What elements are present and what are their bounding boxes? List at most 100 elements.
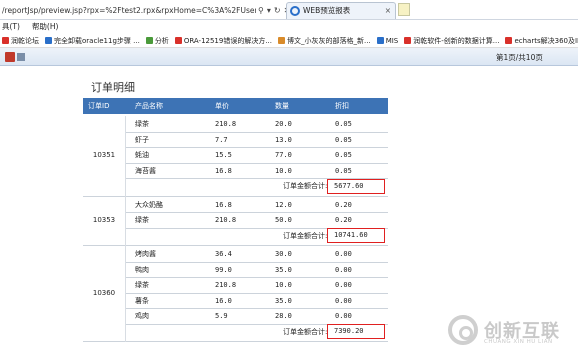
tab-close-icon[interactable]: ×	[385, 3, 391, 19]
unit-price-cell: 16.8	[215, 200, 232, 209]
product-name-cell: 虾子	[135, 135, 149, 144]
favorite-item[interactable]: 博文_小灰灰的部落格_新...	[278, 34, 371, 47]
col-order-id: 订单ID	[88, 102, 110, 110]
menu-help[interactable]: 帮助(H)	[32, 20, 59, 34]
product-name-cell: 薯条	[135, 296, 149, 305]
unit-price-cell: 16.8	[215, 166, 232, 175]
favorite-label: 分析	[154, 36, 169, 45]
table-row: 鸡肉 5.9 28.0 0.00	[83, 308, 388, 324]
dropdown-icon[interactable]: ▾	[267, 6, 271, 15]
product-name-cell: 鸭肉	[135, 265, 149, 274]
discount-cell: 0.00	[335, 265, 352, 274]
table-row: 绿茶 210.8 20.0 0.05	[83, 116, 388, 132]
favorite-item[interactable]: echarts解决360及IE8兼	[505, 34, 578, 47]
product-name-cell: 海苔酱	[135, 166, 156, 175]
discount-cell: 0.20	[335, 216, 352, 224]
favorite-item[interactable]: 完全卸载oracle11g步骤 ...	[45, 34, 140, 47]
favorite-label: 润乾软件-创新的数据计算...	[413, 36, 500, 45]
discount-cell: 0.00	[335, 250, 352, 258]
order-total-label: 订单金额合计:	[283, 231, 328, 240]
quantity-cell: 77.0	[275, 151, 292, 159]
order-total-value: 7390.20	[327, 324, 385, 339]
unit-price-cell: 15.5	[215, 151, 232, 159]
discount-cell: 0.05	[335, 120, 352, 128]
favorite-label: 博文_小灰灰的部落格_新...	[287, 36, 371, 45]
favorite-label: 润乾论坛	[11, 36, 39, 45]
new-tab-button[interactable]	[398, 3, 410, 16]
search-icon[interactable]: ⚲	[258, 6, 264, 15]
table-header: 订单ID 产品名称 单价 数量 折扣	[83, 98, 388, 114]
unit-price-cell: 36.4	[215, 250, 232, 258]
product-name-cell: 蚝油	[135, 151, 149, 159]
table-row: 大众奶酪 16.8 12.0 0.20	[83, 197, 388, 213]
favorite-item[interactable]: 分析	[145, 34, 169, 47]
table-row: 绿茶 210.8 50.0 0.20	[83, 212, 388, 228]
unit-price-cell: 16.0	[215, 296, 232, 305]
product-name-cell: 绿茶	[135, 216, 149, 224]
discount-cell: 0.05	[335, 151, 352, 159]
favorite-icon	[45, 37, 52, 44]
table-row: 鸭肉 99.0 35.0 0.00	[83, 262, 388, 278]
quantity-cell: 50.0	[275, 216, 292, 224]
col-qty: 数量	[275, 102, 289, 110]
quantity-cell: 35.0	[275, 296, 292, 305]
report-title: 订单明细	[91, 81, 135, 94]
product-name-cell: 绿茶	[135, 281, 149, 289]
favorite-item[interactable]: ORA-12519错误的解决方...	[174, 34, 273, 47]
col-discount: 折扣	[335, 102, 349, 110]
quantity-cell: 13.0	[275, 135, 292, 144]
order-id-cell: 10351	[92, 150, 116, 159]
product-name-cell: 鸡肉	[135, 312, 149, 320]
favorite-icon	[404, 37, 412, 44]
watermark-en: CHUANG XIN HU LIAN	[484, 339, 553, 345]
favorite-icon	[278, 37, 286, 44]
discount-cell: 0.00	[335, 281, 352, 289]
id-column-separator	[125, 116, 126, 342]
quantity-cell: 20.0	[275, 120, 292, 128]
menu-tools[interactable]: 具(T)	[2, 20, 20, 34]
tab-web-preview[interactable]: WEB预览报表 ×	[286, 2, 396, 19]
quantity-cell: 30.0	[275, 250, 292, 258]
url-field[interactable]: /reportJsp/preview.jsp?rpx=%2Ftest2.rpx&…	[2, 4, 256, 17]
product-name-cell: 大众奶酪	[135, 200, 163, 209]
table-row: 蚝油 15.5 77.0 0.05	[83, 147, 388, 163]
product-name-cell: 绿茶	[135, 120, 149, 128]
order-total-label: 订单金额合计:	[283, 327, 328, 336]
favorites-bar: 润乾论坛 完全卸载oracle11g步骤 ... 分析 ORA-12519错误的解决方…	[0, 34, 578, 48]
favorite-item[interactable]: 润乾论坛	[2, 34, 39, 47]
quantity-cell: 10.0	[275, 281, 292, 289]
favorite-item[interactable]: 润乾软件-创新的数据计算...	[404, 34, 499, 47]
quantity-cell: 35.0	[275, 265, 292, 274]
table-row: 虾子 7.7 13.0 0.05	[83, 132, 388, 148]
order-id-cell: 10353	[92, 215, 116, 224]
discount-cell: 0.05	[335, 135, 352, 144]
table-row: 海苔酱 16.8 10.0 0.05	[83, 163, 388, 179]
page-indicator: 第1页/共10页	[496, 53, 543, 62]
favorite-label: echarts解决360及IE8兼	[514, 36, 578, 45]
order-total-value: 5677.60	[327, 178, 385, 194]
table-row: 薯条 16.0 35.0 0.00	[83, 293, 388, 309]
quantity-cell: 28.0	[275, 312, 292, 320]
unit-price-cell: 210.8	[215, 120, 237, 128]
favorite-label: ORA-12519错误的解决方...	[183, 36, 273, 45]
discount-cell: 0.00	[335, 296, 352, 305]
favorite-icon	[2, 37, 9, 44]
unit-price-cell: 7.7	[215, 135, 228, 144]
export-icon[interactable]	[5, 52, 15, 62]
table-row: 绿茶 210.8 10.0 0.00	[83, 277, 388, 293]
favorite-item[interactable]: MIS	[376, 34, 398, 47]
print-icon[interactable]	[17, 53, 25, 61]
discount-cell: 0.00	[335, 312, 352, 320]
ie-icon	[290, 6, 300, 16]
favorite-icon	[174, 37, 182, 44]
col-product: 产品名称	[135, 102, 163, 110]
favorite-label: 完全卸载oracle11g步骤 ...	[54, 36, 140, 45]
group-divider	[83, 341, 388, 342]
unit-price-cell: 99.0	[215, 265, 232, 274]
refresh-icon[interactable]: ↻	[274, 6, 281, 15]
tab-label: WEB预览报表	[303, 6, 351, 15]
product-name-cell: 烤肉酱	[135, 250, 156, 258]
watermark-logo: 创新互联 CHUANG XIN HU LIAN	[448, 315, 574, 353]
favorite-icon	[376, 37, 384, 44]
report-toolbar: 第1页/共10页	[0, 48, 578, 66]
